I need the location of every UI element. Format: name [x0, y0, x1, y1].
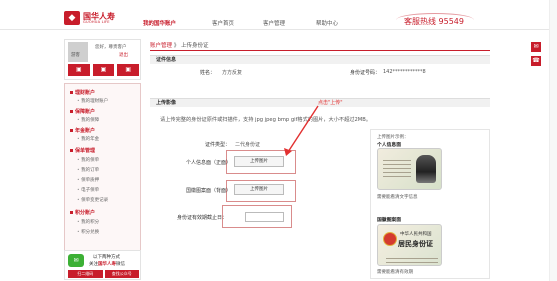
- section-cert-info-title: 证件信息: [150, 55, 490, 64]
- breadcrumb-link[interactable]: 账户管理: [150, 43, 172, 49]
- examples-title: 上传图片示例：: [377, 135, 409, 140]
- page: ◆ 国华人寿 GUOHUA LIFE 我的国华账户 客户首页 客户管理 帮助中心…: [0, 0, 557, 281]
- logo-text-en: GUOHUA LIFE: [83, 20, 110, 24]
- expiry-date-input[interactable]: [245, 212, 284, 222]
- wechat-box: ✉ 以下两种方式 关注国华人寿微信 扫二维码 查找公众号: [64, 250, 141, 280]
- card-back-line2: 居民身份证: [398, 240, 433, 248]
- logout-link[interactable]: 退出: [119, 52, 128, 58]
- floating-toolbar: ✉ ☎: [531, 42, 541, 70]
- scan-qr-button[interactable]: 扫二维码: [68, 270, 103, 278]
- nav-home[interactable]: 客户首页: [212, 19, 234, 27]
- cert-type-label: 证件类型：: [205, 142, 231, 148]
- nav-my-account[interactable]: 我的国华账户: [143, 19, 176, 27]
- card-back-line1: 中华人民共和国: [400, 232, 432, 237]
- menu-head-protection[interactable]: 保障账户: [70, 108, 95, 115]
- nav-help-center[interactable]: 帮助中心: [316, 19, 338, 27]
- menu-head-points[interactable]: 积分账户: [70, 209, 95, 216]
- back-label: 国徽图案面（背面）: [186, 188, 232, 194]
- greeting: 您好，尊贵客户: [95, 45, 127, 50]
- menu-head-wealth[interactable]: 理财账户: [70, 89, 95, 96]
- divider: [150, 50, 490, 51]
- wechat-icon: ✉: [68, 254, 84, 267]
- breadcrumb: 账户管理 》 上传身份证: [150, 41, 209, 49]
- callout-arrow-icon: [284, 105, 319, 156]
- hotline: 客服热线 95549: [404, 17, 464, 26]
- upload-examples: 上传图片示例： 个人信息面 需要能看清文字信息 国徽图案面 中华人民共和国 居民…: [370, 129, 490, 279]
- back-example-caption: 需要能看清有效期: [377, 270, 413, 275]
- service-icon[interactable]: ☎: [531, 56, 541, 66]
- find-account-button[interactable]: 查找公众号: [104, 270, 139, 278]
- logo-mark-icon: ◆: [64, 11, 80, 25]
- id-card-back-image: 中华人民共和国 居民身份证: [377, 224, 442, 266]
- menu-item[interactable]: 保单变更记录: [77, 197, 108, 203]
- sidebar-menu: 理财账户 我的理财账户 保障账户 我的保障 年金账户 我的年金 保单管理 我的保…: [64, 83, 141, 275]
- card-text-lines: [383, 157, 411, 179]
- id-value: 142************8: [383, 69, 426, 75]
- quick-link-icon[interactable]: ▣: [92, 64, 115, 76]
- menu-head-policy[interactable]: 保单管理: [70, 147, 95, 154]
- id-card-front-image: [377, 148, 442, 190]
- menu-item[interactable]: 我的保单: [77, 157, 99, 163]
- name-label: 姓名：: [200, 70, 216, 76]
- upload-back-button[interactable]: 上传图片: [234, 184, 284, 195]
- breadcrumb-current: 上传身份证: [181, 43, 209, 49]
- wechat-line1: 以下两种方式: [93, 255, 120, 260]
- name-value: 方方反复: [222, 70, 243, 76]
- front-example-title: 个人信息面: [377, 143, 401, 148]
- card-back-text-lines: [386, 255, 438, 263]
- quick-link-icon[interactable]: ▣: [117, 64, 140, 76]
- quick-links: ▣ ▣ ▣: [68, 64, 140, 76]
- menu-item[interactable]: 我的积分: [77, 219, 99, 225]
- id-label: 身份证号码：: [350, 70, 381, 76]
- front-label: 个人信息面（正面）: [186, 160, 232, 166]
- username: 游客: [71, 53, 80, 58]
- menu-item[interactable]: 我的订单: [77, 167, 99, 173]
- menu-item[interactable]: 电子保单: [77, 187, 99, 193]
- expiry-label: 身份证有效期截止日：: [177, 215, 228, 221]
- header: ◆ 国华人寿 GUOHUA LIFE 我的国华账户 客户首页 客户管理 帮助中心…: [0, 0, 557, 30]
- logo[interactable]: ◆ 国华人寿 GUOHUA LIFE: [64, 11, 120, 25]
- scrollbar[interactable]: [549, 0, 557, 281]
- front-example-caption: 需要能看清文字信息: [377, 195, 418, 200]
- back-example-title: 国徽图案面: [377, 218, 401, 223]
- quick-link-icon[interactable]: ▣: [68, 64, 90, 76]
- card-photo: [416, 155, 436, 183]
- menu-item[interactable]: 我的年金: [77, 136, 99, 142]
- national-emblem-icon: [383, 232, 397, 246]
- user-box: 您好，尊贵客户 游客 退出 ▣ ▣ ▣: [64, 39, 141, 80]
- menu-item[interactable]: 积分兑换: [77, 229, 99, 235]
- breadcrumb-separator: 》: [173, 43, 180, 49]
- chat-icon[interactable]: ✉: [531, 42, 541, 52]
- cert-type-value: 二代身份证: [235, 142, 261, 148]
- menu-head-annuity[interactable]: 年金账户: [70, 127, 95, 134]
- menu-item[interactable]: 我的保障: [77, 117, 99, 123]
- nav-customer-management[interactable]: 客户管理: [263, 19, 285, 27]
- menu-item[interactable]: 我的理财账户: [77, 98, 108, 104]
- menu-item[interactable]: 保单质押: [77, 177, 99, 183]
- wechat-buttons: 扫二维码 查找公众号: [68, 270, 139, 278]
- wechat-line2: 关注国华人寿微信: [89, 262, 125, 267]
